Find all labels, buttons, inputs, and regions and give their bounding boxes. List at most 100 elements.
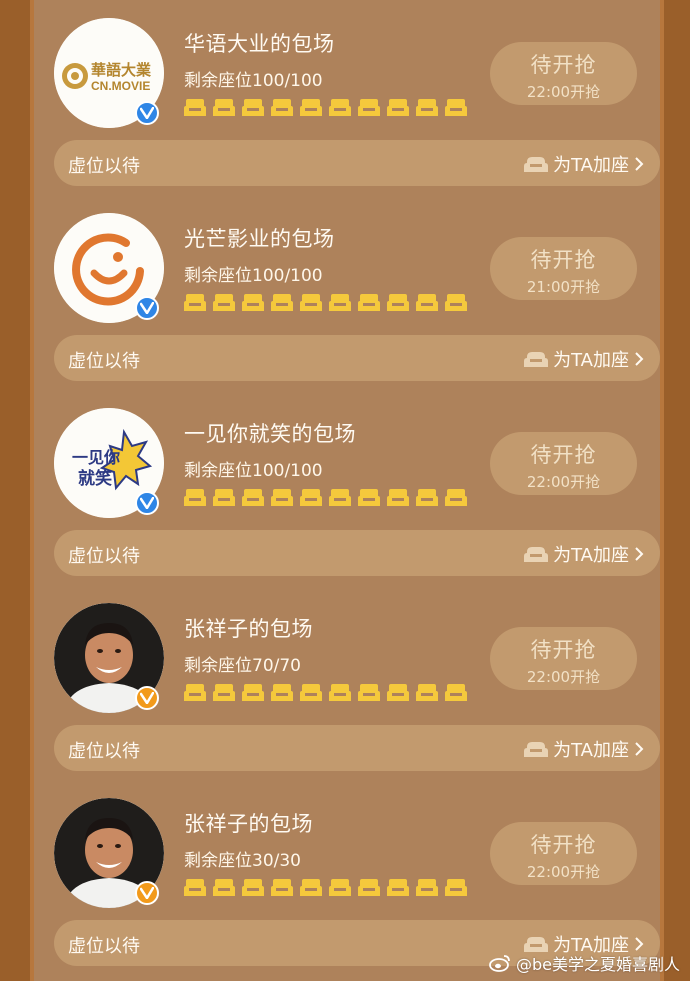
seat-icon (387, 294, 409, 311)
grab-time: 22:00开抢 (526, 83, 601, 101)
logo-text-2: CN.MOVIE (91, 79, 150, 93)
verified-blue-icon (135, 491, 159, 515)
grab-button-label: 待开抢 (530, 53, 597, 77)
grab-ticket-button[interactable]: 待开抢 22:00开抢 (490, 432, 637, 495)
grab-time: 22:00开抢 (526, 668, 601, 686)
add-seat-label: 为TA加座 (553, 350, 629, 371)
add-seat-label: 为TA加座 (553, 740, 629, 761)
screening-title[interactable]: 一见你就笑的包场 (184, 418, 356, 448)
vacancy-label: 虚位以待 (68, 741, 140, 762)
seat-bar: 虚位以待 为TA加座 (54, 335, 660, 381)
seat-row (184, 877, 467, 898)
seat-icon (329, 684, 351, 701)
seat-bar: 虚位以待 为TA加座 (54, 725, 660, 771)
seat-icon (445, 489, 467, 506)
seat-icon (213, 879, 235, 896)
seat-icon (445, 294, 467, 311)
add-seat-label: 为TA加座 (553, 545, 629, 566)
chevron-right-icon (635, 157, 644, 171)
seat-icon (300, 294, 322, 311)
seat-row (184, 97, 467, 118)
seat-icon (242, 294, 264, 311)
seat-icon (300, 879, 322, 896)
seat-icon (358, 684, 380, 701)
remaining-seats: 剩余座位100/100 (184, 266, 323, 286)
seat-icon (416, 294, 438, 311)
add-seat-button[interactable]: 为TA加座 (524, 346, 644, 372)
screening-title[interactable]: 华语大业的包场 (184, 28, 335, 58)
weibo-icon (489, 955, 510, 972)
grab-time: 21:00开抢 (526, 278, 601, 296)
seat-icon (358, 489, 380, 506)
verified-blue-icon (135, 101, 159, 125)
screening-card: 華語大業 CN.MOVIE 华语大业的包场 剩余座位100/100 待开抢 22… (34, 0, 660, 195)
watermark-text: @be美学之夏婚喜剧人 (515, 955, 680, 974)
grab-time: 22:00开抢 (526, 863, 601, 881)
grab-ticket-button[interactable]: 待开抢 22:00开抢 (490, 822, 637, 885)
remaining-seats: 剩余座位100/100 (184, 461, 323, 481)
chevron-right-icon (635, 352, 644, 366)
sofa-icon (524, 547, 549, 562)
seat-icon (387, 99, 409, 116)
grab-button-label: 待开抢 (530, 638, 597, 662)
seat-icon (242, 684, 264, 701)
screening-card: 张祥子的包场 剩余座位30/30 待开抢 22:00开抢 虚位以待 为TA加座 (34, 780, 660, 975)
verified-orange-icon (135, 881, 159, 905)
seat-icon (271, 294, 293, 311)
seat-icon (445, 879, 467, 896)
seat-icon (300, 489, 322, 506)
grab-time: 22:00开抢 (526, 473, 601, 491)
add-seat-button[interactable]: 为TA加座 (524, 541, 644, 567)
add-seat-button[interactable]: 为TA加座 (524, 736, 644, 762)
seat-icon (387, 489, 409, 506)
seat-icon (358, 294, 380, 311)
seat-icon (184, 99, 206, 116)
seat-icon (184, 294, 206, 311)
grab-ticket-button[interactable]: 待开抢 22:00开抢 (490, 627, 637, 690)
seat-icon (329, 489, 351, 506)
add-seat-button[interactable]: 为TA加座 (524, 151, 644, 177)
screening-list: 華語大業 CN.MOVIE 华语大业的包场 剩余座位100/100 待开抢 22… (34, 0, 660, 981)
seat-icon (445, 99, 467, 116)
screening-card: 光芒影业的包场 剩余座位100/100 待开抢 21:00开抢 虚位以待 为TA… (34, 195, 660, 390)
seat-icon (271, 489, 293, 506)
seat-icon (416, 99, 438, 116)
logo-text-2: 就笑 (78, 468, 112, 489)
seat-row (184, 292, 467, 313)
vacancy-label: 虚位以待 (68, 351, 140, 372)
seat-icon (387, 684, 409, 701)
seat-icon (184, 489, 206, 506)
grab-button-label: 待开抢 (530, 833, 597, 857)
seat-icon (329, 99, 351, 116)
seat-icon (242, 489, 264, 506)
grab-ticket-button[interactable]: 待开抢 21:00开抢 (490, 237, 637, 300)
watermark: @be美学之夏婚喜剧人 (489, 951, 680, 975)
seat-icon (213, 294, 235, 311)
seat-icon (213, 99, 235, 116)
seat-icon (329, 879, 351, 896)
seat-bar: 虚位以待 为TA加座 (54, 140, 660, 186)
seat-icon (213, 684, 235, 701)
seat-icon (416, 489, 438, 506)
seat-icon (271, 684, 293, 701)
right-frame (660, 0, 690, 981)
seat-icon (300, 684, 322, 701)
verified-blue-icon (135, 296, 159, 320)
screening-title[interactable]: 光芒影业的包场 (184, 223, 335, 253)
vacancy-label: 虚位以待 (68, 936, 140, 957)
seat-icon (242, 879, 264, 896)
grab-button-label: 待开抢 (530, 248, 597, 272)
left-frame (0, 0, 34, 981)
sofa-icon (524, 157, 549, 172)
sofa-icon (524, 742, 549, 757)
logo-text-1: 華語大業 (91, 61, 152, 79)
seat-icon (329, 294, 351, 311)
chevron-right-icon (635, 937, 644, 951)
seat-icon (358, 99, 380, 116)
remaining-seats: 剩余座位100/100 (184, 71, 323, 91)
grab-ticket-button[interactable]: 待开抢 22:00开抢 (490, 42, 637, 105)
seat-icon (445, 684, 467, 701)
screening-title[interactable]: 张祥子的包场 (184, 613, 313, 643)
screening-title[interactable]: 张祥子的包场 (184, 808, 313, 838)
remaining-seats: 剩余座位30/30 (184, 851, 301, 871)
